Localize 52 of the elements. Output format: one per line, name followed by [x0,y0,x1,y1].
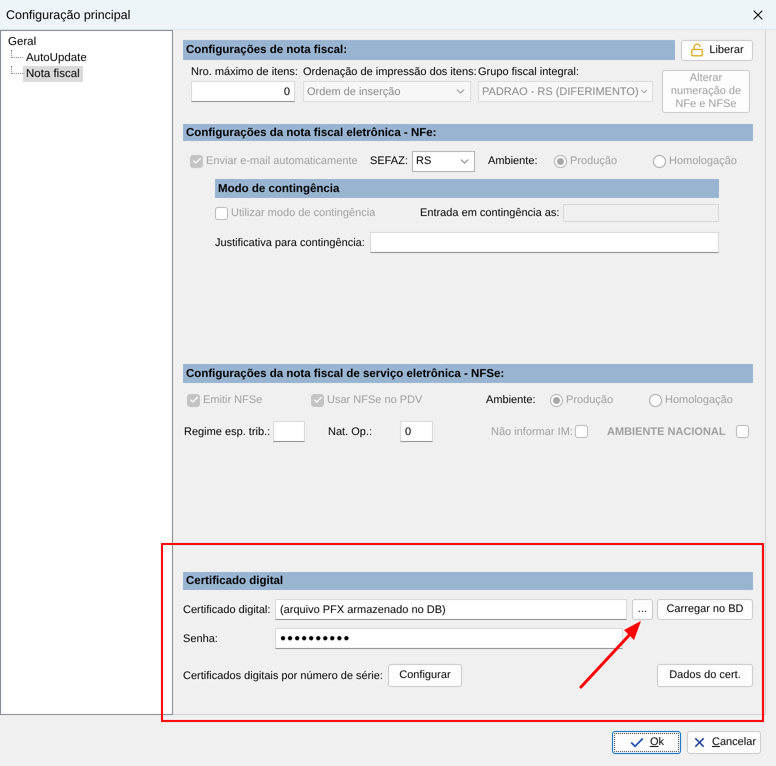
field-label: Entrada em contingência as: [420,207,560,219]
padlock-icon [690,43,704,57]
annotation-arrow [580,621,641,688]
radio-label: Produção [570,155,618,167]
field-label: Certificados digitais por número de série: [183,670,383,682]
checkbox-label: Não informar IM: [491,426,573,438]
radio-label: Produção [566,394,614,406]
special-regime-field[interactable] [273,421,305,442]
certificate-details-button[interactable]: Dados do cert. [657,664,753,687]
dialog-button[interactable]: Cancelar [687,731,761,754]
certificate-file-field[interactable]: (arquivo PFX armazenado no DB) [275,599,627,620]
dialog-button[interactable]: Ok [612,731,681,754]
section-header: Modo de contingência [215,179,719,198]
section-header: Configurações da nota fiscal eletrônica - NFe: [183,124,753,141]
tree-item[interactable]: AutoUpdate [23,50,90,66]
justification-field[interactable] [370,232,719,253]
section-header: Configurações da nota fiscal de serviço eletrônica - NFSe: [183,364,753,383]
field-label: Regime esp. trib.: [184,426,270,438]
field-label: Certificado digital: [183,604,270,616]
field-label: Nro. máximo de itens: [191,66,298,78]
field-label: SEFAZ: [370,155,408,167]
tree-item[interactable]: Geral [5,34,40,50]
checkbox-label: Emitir NFSe [203,394,262,406]
browse-button[interactable]: ... [632,599,653,620]
radio-button[interactable] [550,394,563,406]
section-header: Certificado digital [183,572,753,590]
checkbox-label: Enviar e-mail automaticamente [206,155,358,167]
unlock-button[interactable]: Liberar [681,40,753,60]
checkbox-label: AMBIENTE NACIONAL [607,426,726,438]
max-items-field[interactable]: 0 [191,81,295,102]
window-title: Configuração principal [6,8,130,22]
environment-label: Ambiente: [486,394,536,406]
radio-button[interactable] [649,394,662,406]
field-label: Senha: [183,632,218,644]
configure-button[interactable]: Configurar [388,664,462,687]
field-label: Nat. Op.: [328,426,372,438]
checkbox-label: Usar NFSe no PDV [327,394,422,406]
section-header: Configurações de nota fiscal: [183,40,675,60]
tree-item[interactable]: Nota fiscal [23,66,83,82]
radio-button[interactable] [653,154,666,168]
field-label: Grupo fiscal integral: [478,66,580,78]
checkbox-label: Utilizar modo de contingência [231,207,376,219]
sefaz-dropdown[interactable]: RS [412,150,475,172]
nat-op-field[interactable]: 0 [400,421,433,442]
field-label: Ordenação de impressão dos itens: [303,66,477,78]
environment-label: Ambiente: [488,155,538,167]
radio-label: Homologação [665,394,733,406]
field-label: Justificativa para contingência: [215,236,365,248]
radio-button[interactable] [554,154,567,168]
password-field[interactable]: ●●●●●●●●●● [275,628,623,649]
load-button[interactable]: Carregar no BD [657,599,753,620]
radio-label: Homologação [669,155,737,167]
